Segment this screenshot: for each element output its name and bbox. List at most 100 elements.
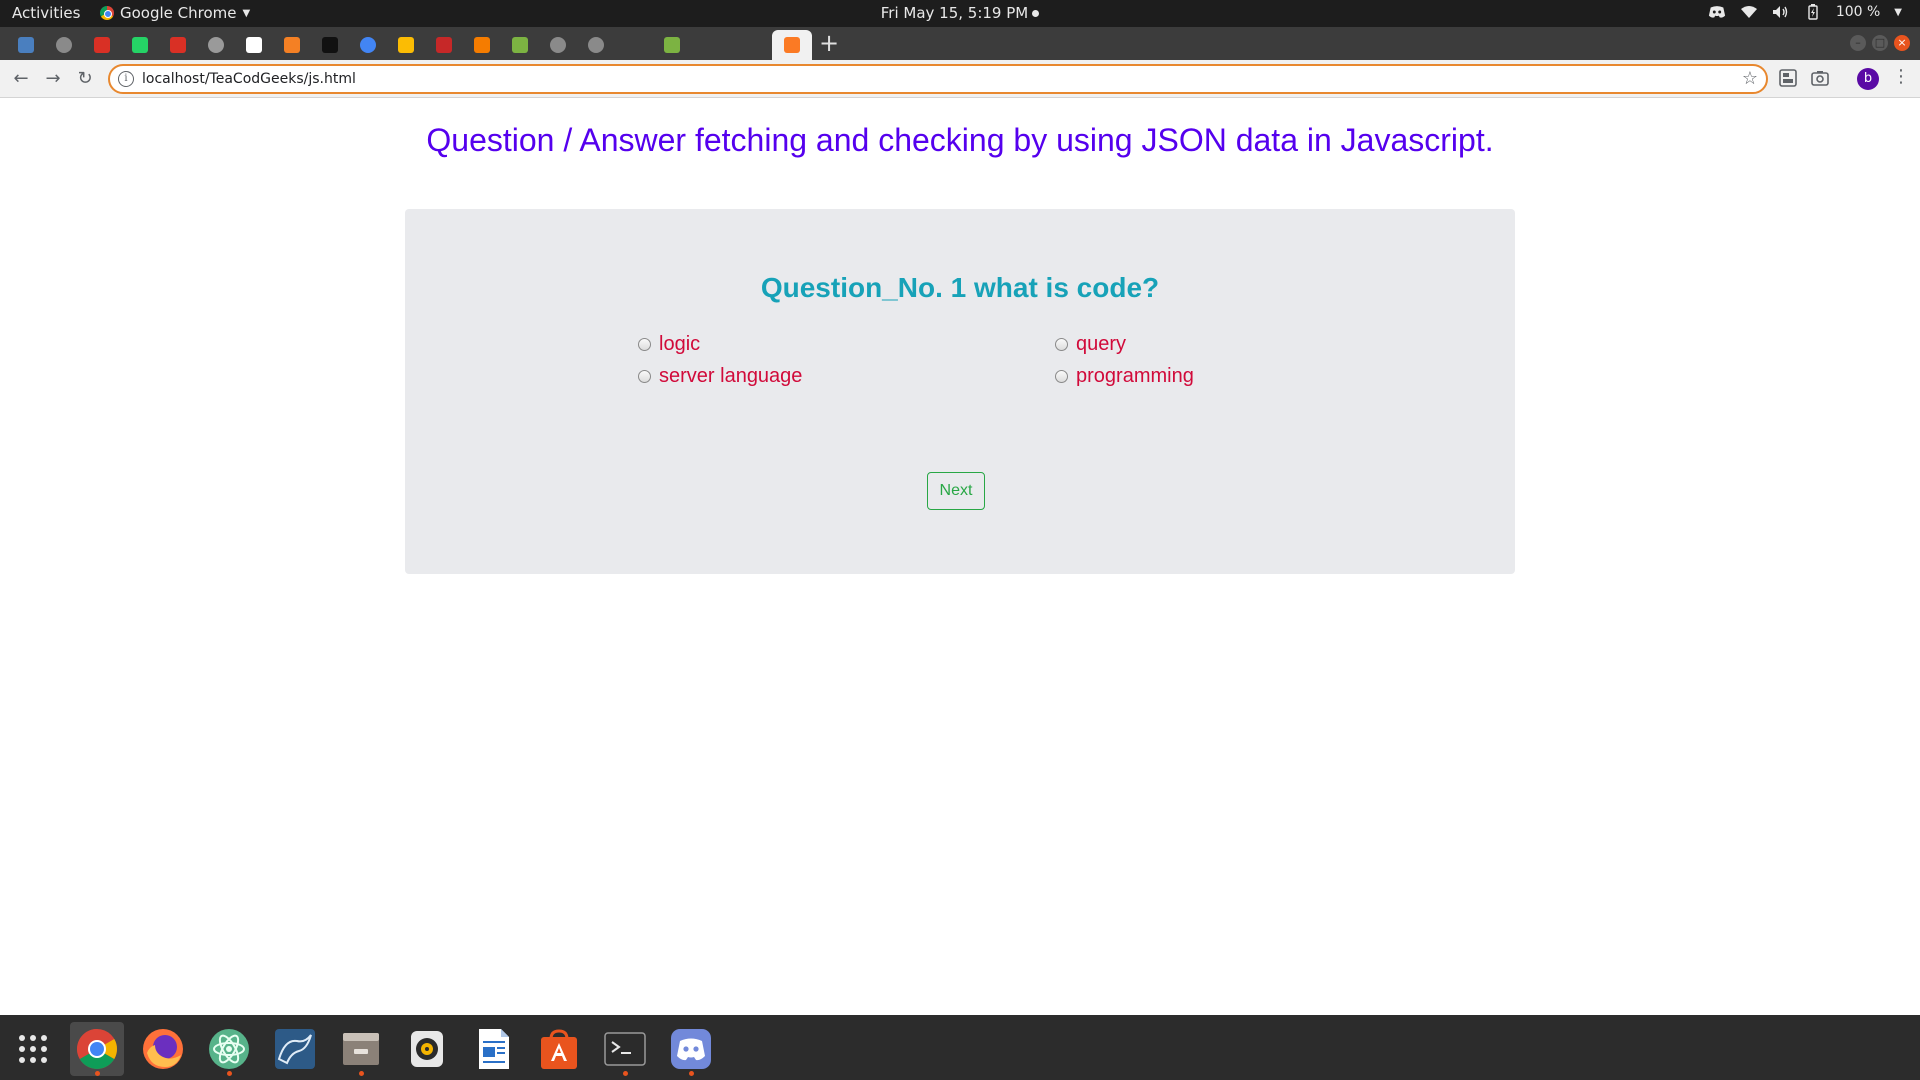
github-icon xyxy=(208,37,224,53)
page-title: Question / Answer fetching and checking … xyxy=(426,122,1494,158)
question-text: Question_No. 1 what is code? xyxy=(760,272,1160,303)
running-indicator xyxy=(227,1071,232,1076)
selenium-extension-icon[interactable] xyxy=(1779,69,1797,87)
browser-tab[interactable] xyxy=(390,30,422,60)
running-indicator xyxy=(95,1071,100,1076)
volume-icon[interactable] xyxy=(1772,3,1790,21)
browser-tab[interactable] xyxy=(542,30,574,60)
browser-tab[interactable] xyxy=(352,30,384,60)
globe-icon xyxy=(550,37,566,53)
dock-software-center[interactable] xyxy=(532,1022,586,1076)
dock-terminal[interactable] xyxy=(598,1022,652,1076)
rhythmbox-icon xyxy=(411,1031,443,1067)
minimize-icon[interactable]: – xyxy=(1850,35,1866,51)
option-label: query xyxy=(1076,333,1127,355)
browser-tab[interactable] xyxy=(200,30,232,60)
tab-strip: + – □ × xyxy=(0,27,1920,60)
option-server-language[interactable]: server language xyxy=(638,365,802,388)
option-label: programming xyxy=(1076,365,1194,387)
stackoverflow-icon xyxy=(284,37,300,53)
dock-files[interactable] xyxy=(334,1022,388,1076)
dock-libreoffice-writer[interactable] xyxy=(466,1022,520,1076)
browser-tab[interactable] xyxy=(732,30,764,60)
info-icon[interactable]: i xyxy=(118,71,134,87)
browser-tab[interactable] xyxy=(10,30,42,60)
link-icon xyxy=(474,37,490,53)
blank-icon xyxy=(702,37,718,53)
browser-tab[interactable] xyxy=(656,30,688,60)
browser-tab[interactable] xyxy=(162,30,194,60)
discord-icon xyxy=(671,1029,711,1069)
option-logic[interactable]: logic xyxy=(638,333,700,356)
blank-icon xyxy=(626,37,642,53)
page-content: Question / Answer fetching and checking … xyxy=(0,99,1920,1015)
reload-icon[interactable]: ↻ xyxy=(72,66,98,92)
system-tray[interactable]: 100 % ▼ xyxy=(1708,3,1902,21)
browser-tab[interactable] xyxy=(772,30,812,60)
new-tab-button[interactable]: + xyxy=(816,30,842,56)
notification-dot-icon xyxy=(1032,10,1040,17)
radio-button[interactable] xyxy=(638,370,651,383)
next-button[interactable]: Next xyxy=(927,472,985,510)
forward-icon[interactable]: → xyxy=(40,66,66,92)
libreoffice-writer-icon xyxy=(479,1029,509,1069)
dock-discord[interactable] xyxy=(664,1022,718,1076)
option-label: logic xyxy=(659,333,701,355)
battery-percentage: 100 % xyxy=(1835,4,1881,20)
browser-tab[interactable] xyxy=(276,30,308,60)
mysql-workbench-icon xyxy=(275,1029,315,1069)
dock-firefox[interactable] xyxy=(136,1022,190,1076)
window-controls: – □ × xyxy=(1850,35,1910,51)
browser-tab[interactable] xyxy=(504,30,536,60)
browser-tab[interactable] xyxy=(124,30,156,60)
profile-avatar[interactable]: b xyxy=(1857,68,1879,90)
codepen-icon xyxy=(246,37,262,53)
running-indicator xyxy=(359,1071,364,1076)
radio-button[interactable] xyxy=(1055,370,1068,383)
browser-toolbar: ← → ↻ i localhost/TeaCodGeeks/js.html ☆ … xyxy=(0,60,1920,98)
dock-rhythmbox[interactable] xyxy=(400,1022,454,1076)
globe-icon xyxy=(588,37,604,53)
gmail-icon xyxy=(170,37,186,53)
clock[interactable]: Fri May 15, 5:19 PM xyxy=(0,4,1920,22)
bookmark-star-icon[interactable]: ☆ xyxy=(1742,68,1758,89)
wifi-icon[interactable] xyxy=(1740,3,1758,21)
browser-tab[interactable] xyxy=(618,30,650,60)
browser-tab[interactable] xyxy=(86,30,118,60)
keep-icon xyxy=(398,37,414,53)
option-query[interactable]: query xyxy=(1055,333,1126,356)
discord-tray-icon[interactable] xyxy=(1708,3,1726,21)
browser-tab[interactable] xyxy=(48,30,80,60)
show-applications-button[interactable] xyxy=(6,1022,60,1076)
browser-tab[interactable] xyxy=(580,30,612,60)
browser-tab[interactable] xyxy=(314,30,346,60)
browser-tab[interactable] xyxy=(466,30,498,60)
blank-icon xyxy=(740,37,756,53)
chrome-menu-icon[interactable]: ⋮ xyxy=(1892,66,1910,87)
option-programming[interactable]: programming xyxy=(1055,365,1194,388)
hackerrank-icon xyxy=(322,37,338,53)
back-icon[interactable]: ← xyxy=(8,66,34,92)
browser-tab[interactable] xyxy=(428,30,460,60)
scribd-icon xyxy=(436,37,452,53)
dock-chrome[interactable] xyxy=(70,1022,124,1076)
radio-button[interactable] xyxy=(638,338,651,351)
files-icon xyxy=(343,1033,379,1065)
chart-icon xyxy=(664,37,680,53)
atom-icon xyxy=(209,1029,249,1069)
maximize-icon[interactable]: □ xyxy=(1872,35,1888,51)
battery-icon[interactable] xyxy=(1804,3,1822,21)
dock-atom[interactable] xyxy=(202,1022,256,1076)
screenshot-extension-icon[interactable] xyxy=(1811,69,1829,87)
radio-button[interactable] xyxy=(1055,338,1068,351)
google-icon xyxy=(360,37,376,53)
browser-tab[interactable] xyxy=(238,30,270,60)
chevron-down-icon[interactable]: ▼ xyxy=(1894,7,1902,18)
close-icon[interactable]: × xyxy=(1894,35,1910,51)
url-text[interactable]: localhost/TeaCodGeeks/js.html xyxy=(142,71,356,87)
dock-mysql-workbench[interactable] xyxy=(268,1022,322,1076)
browser-tab[interactable] xyxy=(694,30,726,60)
address-bar[interactable]: i localhost/TeaCodGeeks/js.html ☆ xyxy=(108,64,1768,94)
running-indicator xyxy=(623,1071,628,1076)
quiz-card: Question_No. 1 what is code? logic query… xyxy=(405,209,1515,574)
